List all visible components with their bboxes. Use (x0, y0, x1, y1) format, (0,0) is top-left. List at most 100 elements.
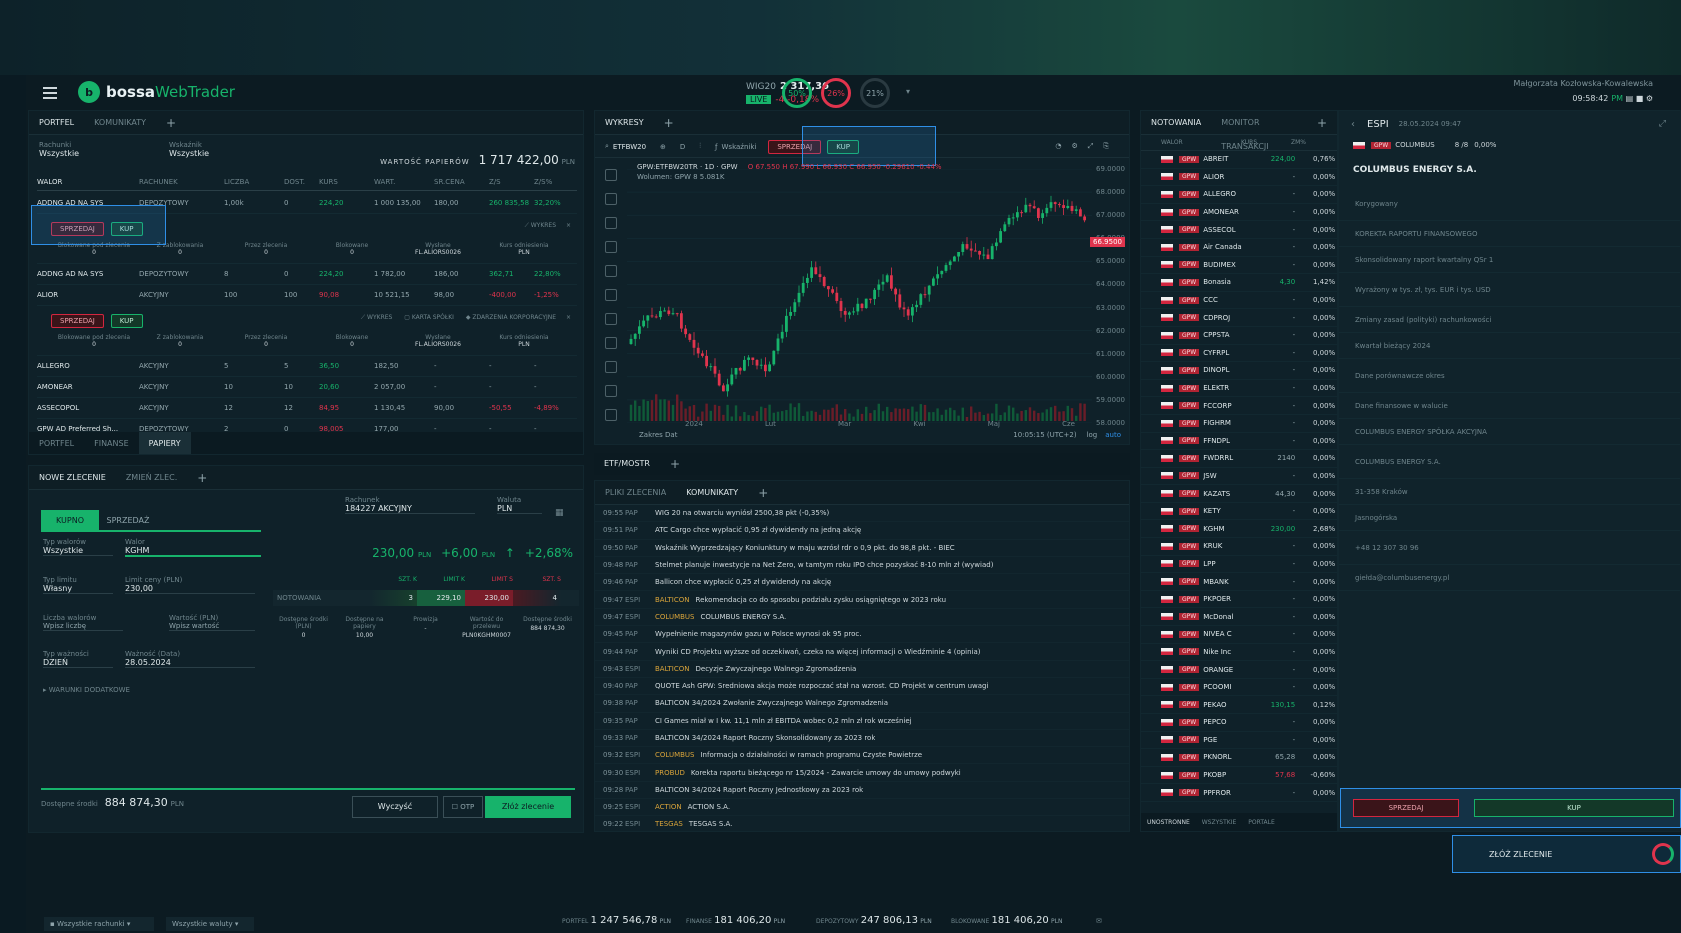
portfolio-row[interactable]: ALIOR AKCYJNY 100 100 90,08 10 521,15 98,00 -40… (37, 285, 577, 306)
filter-indicator[interactable]: Wskaźnik Wszystkie (169, 141, 209, 158)
add-tab-icon[interactable]: + (156, 111, 186, 135)
expand-icon[interactable]: ⤢ (1659, 119, 1666, 129)
quantity-input[interactable]: Liczba walorów Wpisz liczbę (43, 614, 123, 631)
tab-trade-monitor[interactable]: MONITOR TRANSAKCJI (1211, 111, 1307, 151)
clear-button[interactable]: Wyczyść (352, 796, 438, 818)
watchlist-row[interactable]: GPW Nike Inc - 0,00% (1141, 644, 1337, 662)
market-gauge-1[interactable]: 50% (782, 78, 812, 108)
watchlist-row[interactable]: GPW PEKAO 130,15 0,12% (1141, 696, 1337, 714)
settings-icon[interactable]: ⚙ (1646, 94, 1653, 103)
zoom-tool-icon[interactable] (605, 385, 617, 397)
chart-style-icon[interactable]: ⫶ (699, 142, 701, 151)
additional-conditions-toggle[interactable]: ▸ WARUNKI DODATKOWE (43, 686, 130, 694)
watchlist-row[interactable]: GPW KETY - 0,00% (1141, 503, 1337, 521)
symbol-input[interactable]: Walor KGHM (125, 538, 261, 557)
text-tool-icon[interactable] (605, 313, 617, 325)
watchlist-row[interactable]: GPW PKPOER - 0,00% (1141, 591, 1337, 609)
add-compare-icon[interactable]: ⊕ (660, 143, 666, 151)
watchlist-row[interactable]: GPW BUDIMEX - 0,00% (1141, 257, 1337, 275)
news-item[interactable]: 09:38 PAP BALTICON 34/2024 Zwołanie Zwyc… (595, 695, 1129, 713)
candlestick-chart[interactable] (627, 169, 1092, 423)
news-item[interactable]: 09:28 PAP BALTICON 34/2024 Raport Roczny… (595, 782, 1129, 800)
status-finance[interactable]: FINANSE 181 406,20 PLN (686, 915, 785, 926)
news-item[interactable]: 09:35 PAP CI Games miał w I kw. 11,1 mln… (595, 713, 1129, 730)
watchlist-row[interactable]: GPW ELEKTR - 0,00% (1141, 380, 1337, 398)
tab-bottom-portfolio[interactable]: PORTFEL (29, 432, 84, 454)
hamburger-menu-icon[interactable] (43, 87, 57, 99)
watchlist-row[interactable]: GPW FFNDPL - 0,00% (1141, 433, 1337, 451)
watchlist-row[interactable]: GPW ASSECOL - 0,00% (1141, 221, 1337, 239)
log-scale-toggle[interactable]: log (1087, 431, 1098, 439)
layout-icon[interactable]: ▤ (1626, 94, 1634, 103)
user-info[interactable]: Małgorzata Kozłowska-Kowalewska 09:58:42… (1513, 79, 1653, 103)
chart-tools-icons[interactable]: ◔⚙⤢⎘ (1055, 142, 1119, 151)
news-item[interactable]: 09:30 ESPI PROBUD Korekta raportu bieżące… (595, 764, 1129, 782)
watchlist-row[interactable]: GPW CDPROJ - 0,00% (1141, 309, 1337, 327)
add-tab-icon[interactable]: + (748, 481, 778, 505)
date-range-button[interactable]: Zakres Dat (639, 431, 677, 439)
accounts-select[interactable]: ▪ Wszystkie rachunki ▾ (44, 917, 154, 931)
status-portfolio[interactable]: PORTFEL 1 247 546,78 PLN (562, 915, 671, 926)
status-deposit[interactable]: DEPOZYTOWY 247 806,13 PLN (816, 915, 932, 926)
watchlist-row[interactable]: GPW FCCORP - 0,00% (1141, 397, 1337, 415)
ruler-tool-icon[interactable] (605, 361, 617, 373)
buy-side-tab[interactable]: KUPNO (41, 510, 99, 530)
row-sell-button[interactable]: SPRZEDAJ (51, 314, 104, 328)
brush-tool-icon[interactable] (605, 289, 617, 301)
chevron-down-icon[interactable]: ▾ (906, 87, 910, 96)
submit-order-floating[interactable]: ZŁÓŻ ZLECENIE (1452, 835, 1681, 873)
news-item[interactable]: 09:48 PAP Stelmet planuje inwestycje na … (595, 557, 1129, 575)
watchlist-row[interactable]: GPW CCC - 0,00% (1141, 292, 1337, 310)
add-tab-icon[interactable]: + (187, 466, 217, 490)
auto-scale-toggle[interactable]: auto (1105, 431, 1121, 439)
watchlist-row[interactable]: GPW FIGHRM - 0,00% (1141, 415, 1337, 433)
account-select[interactable]: Rachunek 184227 AKCYJNY (345, 496, 475, 514)
validity-date-input[interactable]: Ważność (Data) 28.05.2024 (125, 650, 255, 668)
row-buy-button[interactable]: KUP (110, 314, 143, 328)
watchlist-row[interactable]: GPW KGHM 230,00 2,68% (1141, 520, 1337, 539)
close-icon[interactable]: × (566, 314, 571, 321)
news-item[interactable]: 09:44 PAP Wyniki CD Projektu wyższe od o… (595, 643, 1129, 661)
add-tab-icon[interactable]: + (654, 111, 684, 135)
watchlist-row[interactable]: GPW PPFROR - 0,00% (1141, 784, 1337, 802)
watchlist-row[interactable]: GPW LPP - 0,00% (1141, 556, 1337, 574)
market-gauge-2[interactable]: 26% (821, 78, 851, 108)
fib-tool-icon[interactable] (605, 217, 617, 229)
tab-modify-order[interactable]: ZMIEŃ ZLEC. (116, 466, 187, 490)
tab-quotes[interactable]: NOTOWANIA (1141, 111, 1211, 135)
status-blocked[interactable]: BLOKOWANE 181 406,20 PLN (951, 915, 1062, 926)
tab-portfolio[interactable]: PORTFEL (29, 111, 84, 135)
indicators-icon[interactable]: ƒ (715, 143, 717, 151)
watchlist-row[interactable]: GPW KAZATS 44,30 0,00% (1141, 485, 1337, 503)
watchlist-row[interactable]: GPW AMONEAR - 0,00% (1141, 204, 1337, 222)
otp-toggle[interactable]: ☐ OTP (443, 796, 483, 818)
order-book-row[interactable]: NOTOWANIA 3 229,10 230,00 4 (273, 590, 579, 606)
portfolio-row[interactable]: AMONEAR AKCYJNY 10 10 20,60 2 057,00 - - - (37, 377, 577, 398)
watchlist-row[interactable]: GPW ALIOR - 0,00% (1141, 169, 1337, 187)
crosshair-tool-icon[interactable] (605, 169, 617, 181)
watchlist-row[interactable]: GPW ALLEGRO - 0,00% (1141, 186, 1337, 204)
news-item[interactable]: 09:43 ESPI BALTICON Decyzje Zwyczajnego W… (595, 661, 1129, 678)
tab-new-order[interactable]: NOWE ZLECENIE (29, 466, 116, 490)
back-icon[interactable]: ‹ (1351, 119, 1355, 130)
market-gauge-3[interactable]: 21% (860, 78, 890, 108)
watchlist-row[interactable]: GPW JSW - 0,00% (1141, 468, 1337, 486)
news-item[interactable]: 09:50 PAP Wskaźnik Wyprzedzający Koniunk… (595, 540, 1129, 557)
watchlist-row[interactable]: GPW CYFRPL - 0,00% (1141, 345, 1337, 363)
watchlist-row[interactable]: GPW PEPCO - 0,00% (1141, 714, 1337, 732)
indicators-button[interactable]: Wskaźniki (722, 143, 757, 151)
tab-charts[interactable]: WYKRESY (595, 111, 654, 135)
prediction-tool-icon[interactable] (605, 265, 617, 277)
chat-icon[interactable]: ✉ (1096, 917, 1102, 925)
limit-price-input[interactable]: Limit ceny (PLN) 230,00 (125, 576, 255, 594)
portfolio-row[interactable]: ADDNG AD NA SYS DEPOZYTOWY 8 0 224,20 1 782,0… (37, 264, 577, 285)
watchlist-row[interactable]: GPW PGE - 0,00% (1141, 732, 1337, 750)
watchlist-row[interactable]: GPW PCOOMI - 0,00% (1141, 679, 1337, 697)
tab-bottom-finance[interactable]: FINANSE (84, 432, 139, 454)
add-tab-icon[interactable]: + (660, 452, 690, 476)
order-value-input[interactable]: Wartość (PLN) Wpisz wartość (169, 614, 255, 631)
tab-all[interactable]: WSZYSTKIE (1196, 819, 1243, 826)
watchlist-row[interactable]: GPW Bonasia 4,30 1,42% (1141, 274, 1337, 292)
news-item[interactable]: 09:51 PAP ATC Cargo chce wypłacić 0,95 z… (595, 522, 1129, 540)
watchlist-row[interactable]: GPW DINOPL - 0,00% (1141, 362, 1337, 380)
